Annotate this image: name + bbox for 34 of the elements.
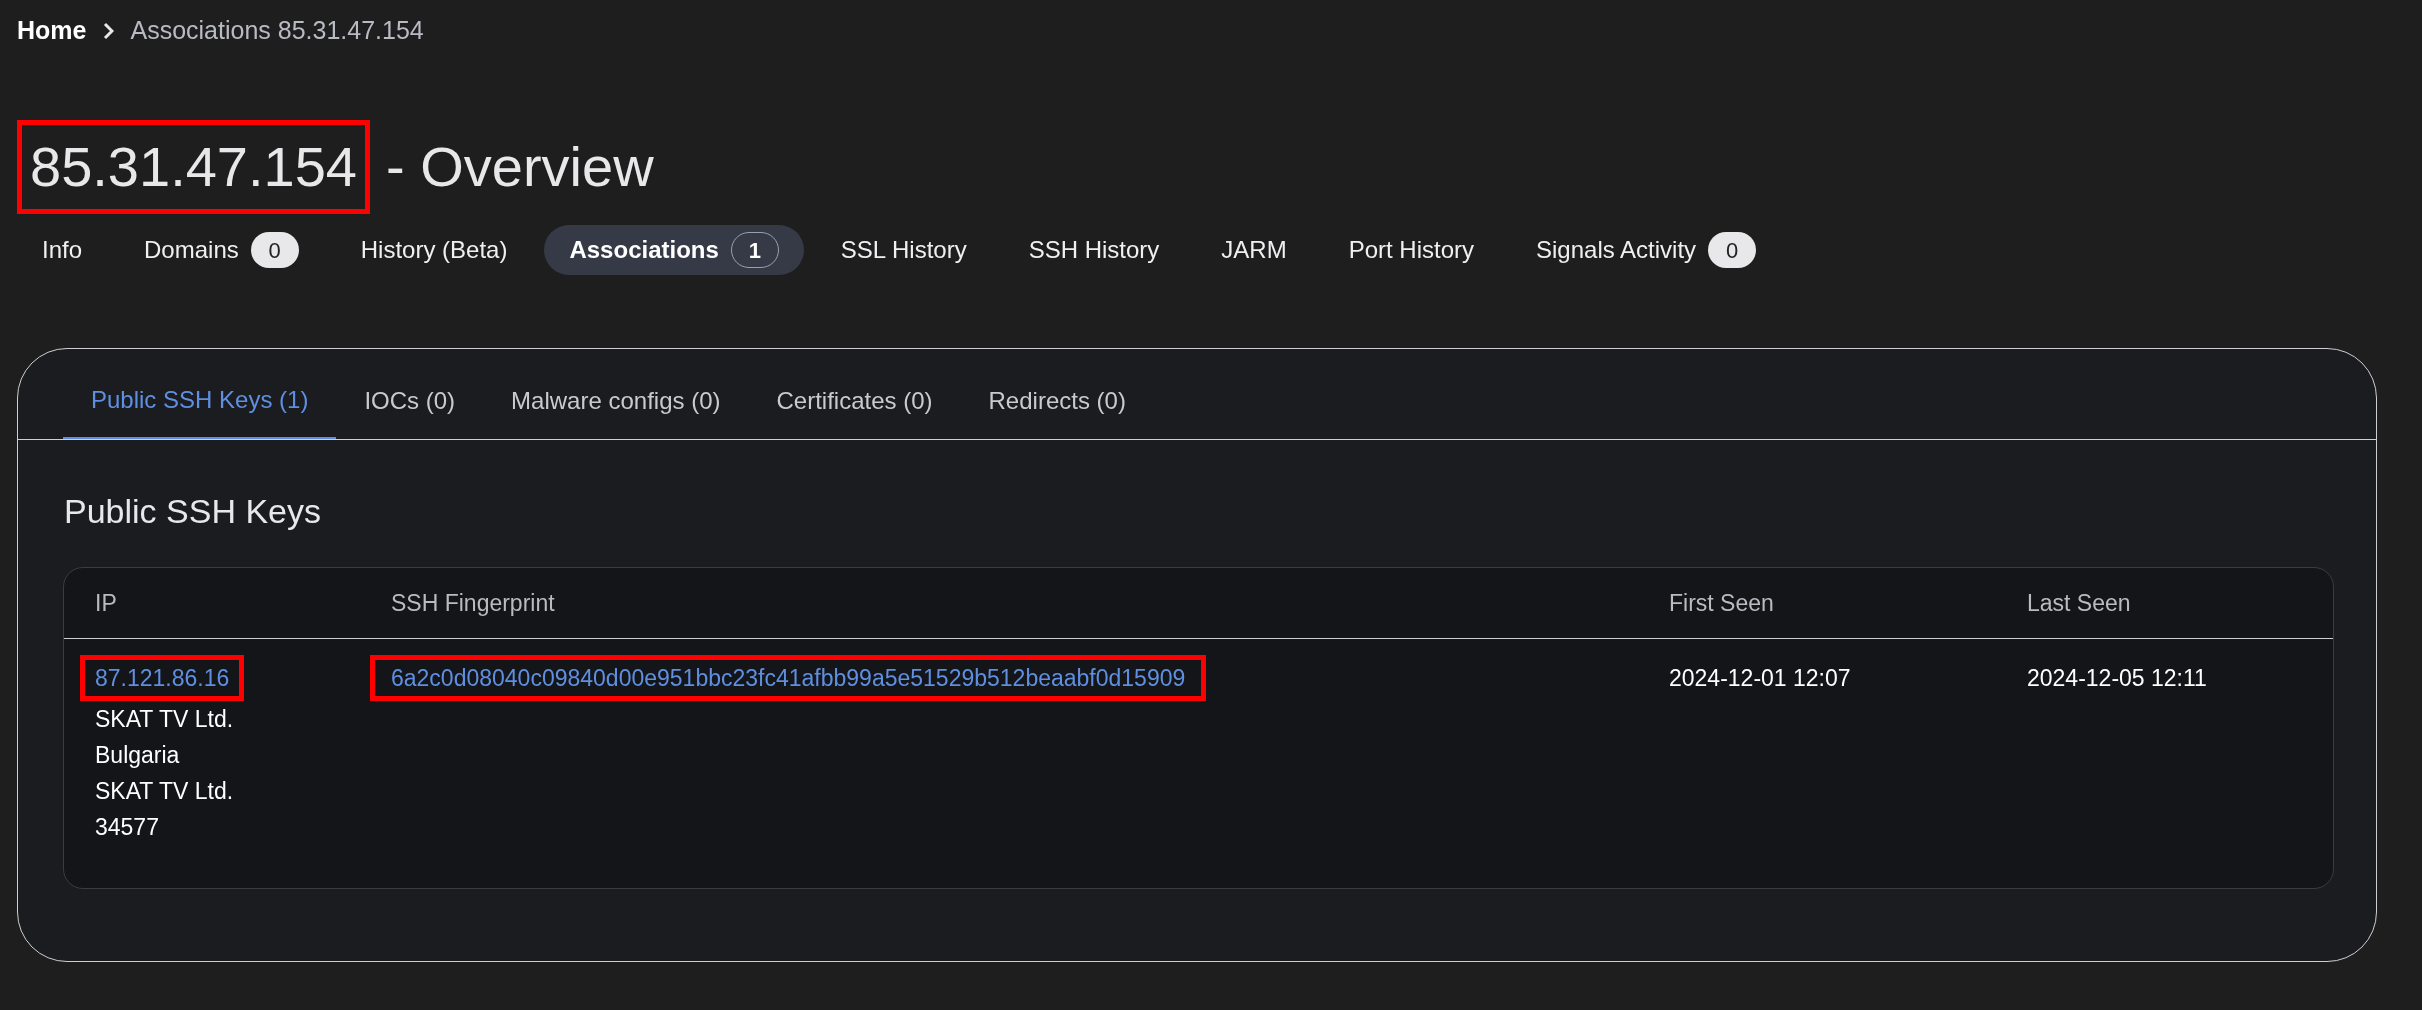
nav-tab[interactable]: Signals Activity 0 [1511,225,1782,275]
sub-tab[interactable]: Certificates (0) [748,369,961,439]
count-badge: 0 [250,232,299,268]
ip-detail: 34577 [95,813,159,842]
column-header: SSH Fingerprint [391,588,556,618]
count-badge: 0 [1708,232,1757,268]
breadcrumb-link[interactable]: Home [17,12,87,50]
breadcrumb-page-label: Associations 85.31.47.154 [130,15,424,47]
page-title-ip: 85.31.47.154 [17,120,370,214]
sub-tab[interactable]: Redirects (0) [960,369,1154,439]
nav-tab[interactable]: Info [17,225,108,275]
nav-tab[interactable]: SSL History [815,225,992,275]
column-header: First Seen [1669,588,1775,618]
nav-tab[interactable]: History (Beta) [335,225,533,275]
chevron-right-icon [102,21,115,41]
nav-tab[interactable]: Port History [1323,225,1500,275]
ip-link[interactable]: 87.121.86.16 [80,655,245,701]
fingerprint-link[interactable]: 6a2c0d08040c09840d00e951bbc23fc41afbb99a5e51529b512beaabf0d15909 [370,655,1207,701]
table-cell: 2024-12-05 12:11 [2027,665,2207,691]
nav-tab[interactable]: Associations 1 [544,225,804,275]
column-header: Last Seen [2027,588,2132,618]
ip-detail: Bulgaria [95,741,180,770]
nav-tab[interactable]: SSH History [1003,225,1185,275]
nav-tab[interactable]: Domains 0 [119,225,324,275]
sub-tab[interactable]: Public SSH Keys (1) [63,369,337,439]
page-title: - Overview [386,134,654,200]
column-header: IP [95,588,118,618]
ip-detail: SKAT TV Ltd. [95,777,234,806]
ip-detail: SKAT TV Ltd. [95,705,234,734]
table-cell: 2024-12-01 12:07 [1669,665,1851,691]
section-title: Public SSH Keys [64,491,322,532]
sub-tab[interactable]: Malware configs (0) [483,369,749,439]
sub-tab[interactable]: IOCs (0) [336,369,484,439]
nav-tab[interactable]: JARM [1196,225,1312,275]
